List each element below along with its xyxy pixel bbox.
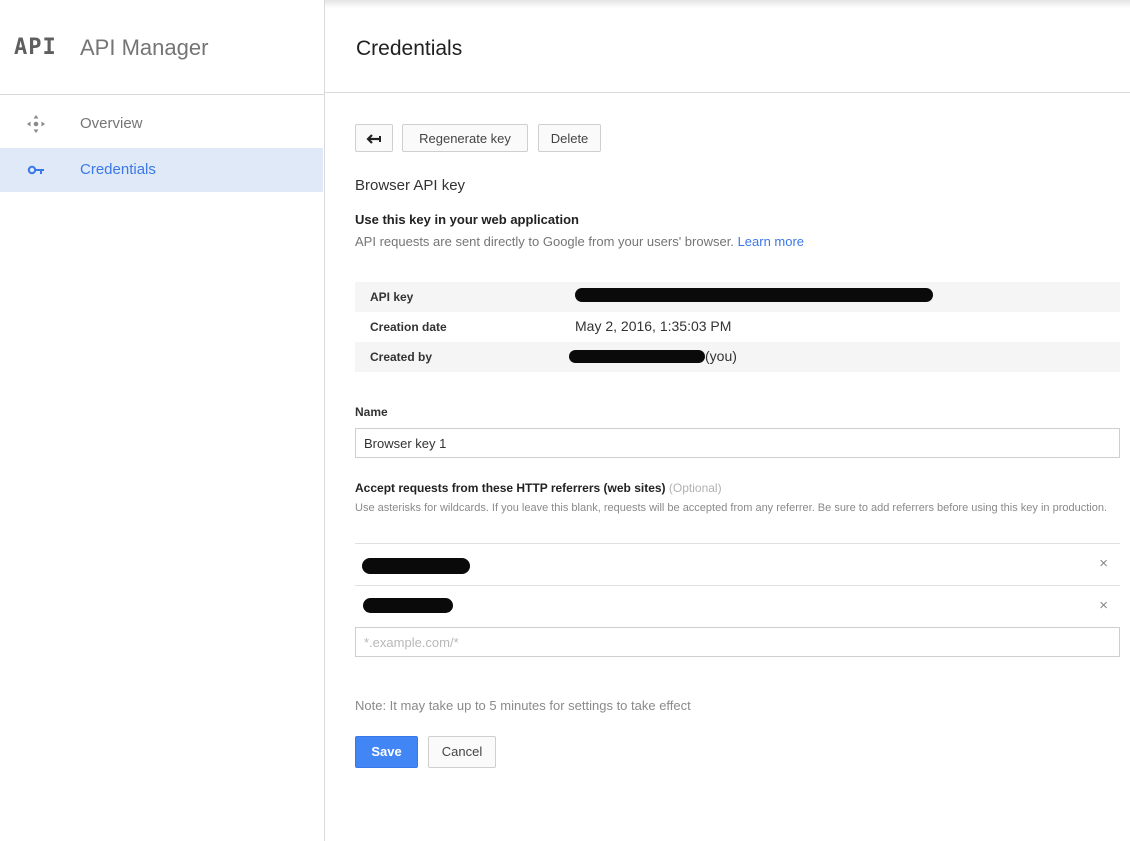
regenerate-key-button[interactable]: Regenerate key [402, 124, 528, 152]
name-field-label: Name [355, 405, 388, 419]
key-type-title: Browser API key [355, 177, 466, 194]
sidebar: API API Manager Overview Credentials [0, 0, 325, 841]
usage-heading: Use this key in your web application [355, 212, 579, 227]
remove-referrer-icon[interactable]: × [1099, 597, 1108, 614]
optional-tag: (Optional) [668, 481, 722, 495]
app-title: API Manager [80, 35, 209, 60]
referrer-row: × [355, 585, 1120, 629]
creation-date-row: Creation date May 2, 2016, 1:35:03 PM [355, 312, 1120, 342]
settings-note: Note: It may take up to 5 minutes for se… [355, 698, 691, 713]
save-button[interactable]: Save [355, 736, 418, 768]
remove-referrer-icon[interactable]: × [1099, 555, 1108, 572]
page-title: Credentials [356, 37, 463, 60]
created-by-suffix: (you) [705, 348, 737, 364]
name-input[interactable] [355, 428, 1120, 458]
redacted-referrer [362, 558, 470, 574]
overview-icon [26, 114, 46, 134]
sidebar-item-label: Overview [80, 115, 143, 132]
referrers-description: Use asterisks for wildcards. If you leav… [355, 502, 1108, 514]
sidebar-item-label: Credentials [80, 161, 156, 178]
referrers-heading-text: Accept requests from these HTTP referrer… [355, 481, 666, 495]
referrer-row: × [355, 543, 1120, 586]
page-header: Credentials [325, 0, 1130, 93]
redacted-creator [569, 350, 705, 363]
new-referrer-input[interactable] [355, 627, 1120, 657]
creation-date-value: May 2, 2016, 1:35:03 PM [575, 318, 732, 334]
key-icon [26, 160, 46, 180]
api-logo: API [14, 35, 57, 60]
cancel-button[interactable]: Cancel [428, 736, 496, 768]
redacted-referrer [363, 598, 453, 613]
created-by-label: Created by [370, 350, 433, 364]
creation-date-label: Creation date [370, 320, 447, 334]
created-by-row: Created by (you) [355, 342, 1120, 372]
back-arrow-icon [366, 134, 381, 144]
usage-description-text: API requests are sent directly to Google… [355, 234, 734, 249]
usage-description: API requests are sent directly to Google… [355, 234, 804, 249]
redacted-api-key [575, 288, 933, 302]
brand-header: API API Manager [0, 0, 324, 95]
sidebar-item-credentials[interactable]: Credentials [0, 148, 323, 192]
learn-more-link[interactable]: Learn more [738, 234, 804, 249]
referrers-heading: Accept requests from these HTTP referrer… [355, 481, 722, 495]
api-key-label: API key [370, 290, 414, 304]
api-key-row: API key [355, 282, 1120, 312]
back-button[interactable] [355, 124, 393, 152]
delete-button[interactable]: Delete [538, 124, 601, 152]
sidebar-item-overview[interactable]: Overview [0, 102, 323, 146]
